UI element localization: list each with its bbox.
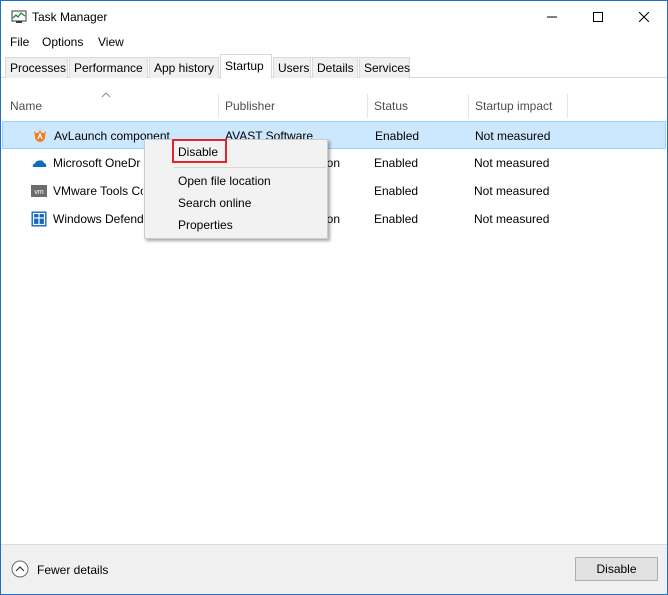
tab-services[interactable]: Services [359,57,410,78]
tab-performance[interactable]: Performance [69,57,148,78]
vmware-icon: vm [31,185,47,197]
tab-users[interactable]: Users [273,57,311,78]
tab-details[interactable]: Details [312,57,358,78]
title-bar[interactable]: Task Manager [1,1,667,33]
table-row[interactable]: Windows Defend ion Enabled Not measured [2,205,666,233]
context-menu: Disable Open file location Search online… [144,139,328,239]
column-divider[interactable] [567,94,568,118]
row-impact: Not measured [474,184,550,198]
context-menu-properties[interactable]: Properties [178,218,233,232]
row-status: Enabled [374,212,419,226]
tab-app-history[interactable]: App history [149,57,219,78]
tab-processes[interactable]: Processes [5,57,68,78]
task-manager-window: Task Manager File Options View Processes… [0,0,668,595]
column-header-startup-impact[interactable]: Startup impact [469,91,567,119]
table-row[interactable]: AvLaunch component AVAST Software Enable… [2,121,666,149]
onedrive-icon [32,160,47,167]
menu-bar: File Options View [1,33,667,53]
row-status: Enabled [375,129,420,143]
table-row[interactable]: vm VMware Tools Co Enabled Not measured [2,177,666,205]
menu-view[interactable]: View [98,35,124,49]
avast-icon [34,129,46,142]
row-name: Windows Defend [53,212,143,226]
row-impact: Not measured [475,129,551,143]
row-publisher: ion [324,212,341,226]
row-impact: Not measured [474,156,550,170]
minimize-button[interactable] [529,1,575,33]
footer-bar: Fewer details Disable [1,544,667,594]
window-title: Task Manager [32,10,108,24]
context-menu-open-file-location[interactable]: Open file location [178,174,271,188]
minimize-icon [547,16,557,18]
close-icon [639,12,649,22]
row-status: Enabled [374,184,419,198]
row-status: Enabled [374,156,419,170]
svg-text:vm: vm [34,189,44,196]
table-row[interactable]: Microsoft OneDr ion Enabled Not measured [2,149,666,177]
maximize-icon [593,12,603,22]
tab-bar: Processes Performance App history Startu… [1,54,667,79]
windows-defender-icon [31,211,47,227]
menu-options[interactable]: Options [42,35,83,49]
disable-button[interactable]: Disable [575,557,658,581]
row-publisher: ion [324,156,341,170]
column-header-publisher[interactable]: Publisher [219,91,367,119]
row-name: Microsoft OneDr [53,156,141,170]
fewer-details-link[interactable]: Fewer details [37,563,108,577]
menu-file[interactable]: File [10,35,29,49]
tab-startup[interactable]: Startup [220,54,272,79]
row-impact: Not measured [474,212,550,226]
context-menu-search-online[interactable]: Search online [178,196,251,210]
row-name: VMware Tools Co [53,184,143,198]
chevron-up-circle-icon[interactable] [11,560,29,578]
close-button[interactable] [621,1,667,33]
context-menu-disable[interactable]: Disable [178,145,218,159]
menu-divider [174,167,326,168]
column-header-status[interactable]: Status [368,91,468,119]
task-manager-icon [11,10,27,23]
column-header-name[interactable]: Name [4,91,218,119]
maximize-button[interactable] [575,1,621,33]
